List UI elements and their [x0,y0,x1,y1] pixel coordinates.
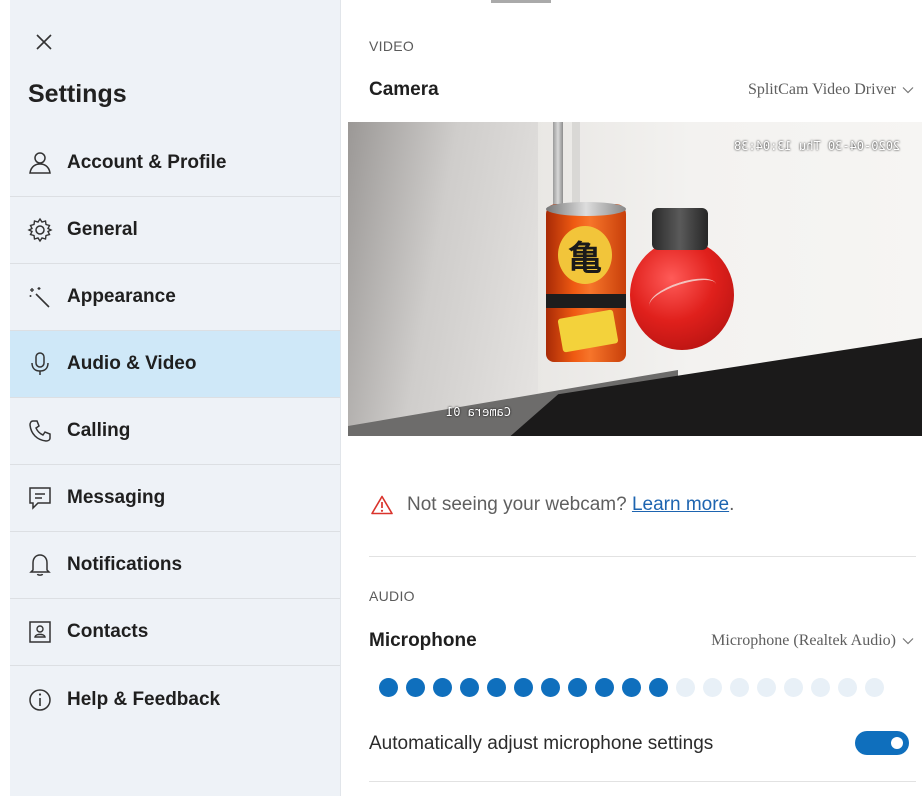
preview-can-band [546,294,626,308]
learn-more-link[interactable]: Learn more [632,494,729,515]
mic-level-dot [784,678,803,697]
nav-item-general[interactable]: General [10,197,340,264]
microphone-select-value: Microphone (Realtek Audio) [711,632,896,649]
phone-icon [25,416,55,446]
nav-item-calling[interactable]: Calling [10,398,340,465]
mic-level-dot [730,678,749,697]
mic-level-dot [514,678,533,697]
webcam-help-prefix: Not seeing your webcam? [407,494,632,515]
mic-level-dot [460,678,479,697]
preview-bottle-cap [652,208,708,250]
nav-item-account-profile[interactable]: Account & Profile [10,130,340,197]
bell-icon [25,550,55,580]
mic-level-dot [406,678,425,697]
camera-label: Camera [369,79,439,100]
mic-level-dot [757,678,776,697]
mic-level-dot [676,678,695,697]
person-icon [25,148,55,178]
nav-item-contacts[interactable]: Contacts [10,599,340,666]
nav-item-notifications[interactable]: Notifications [10,532,340,599]
mic-level-dot [487,678,506,697]
webcam-help-message: Not seeing your webcam? Learn more. [371,494,734,516]
preview-can-emblem: 亀 [558,226,612,284]
close-icon [36,34,52,50]
microphone-icon [25,349,55,379]
nav-item-audio-video[interactable]: Audio & Video [10,331,340,398]
mic-level-dot [838,678,857,697]
audio-section-heading: AUDIO [369,588,415,604]
camera-preview: 亀 2020-04-30 Thu 13:04:38 Camera 01 [348,122,922,436]
preview-can-top [546,202,626,216]
mic-level-dot [433,678,452,697]
nav-item-appearance[interactable]: Appearance [10,264,340,331]
contact-card-icon [25,617,55,647]
audio-video-settings-panel: VIDEO Camera SplitCam Video Driver 亀 202… [341,0,922,796]
toggle-knob [891,737,903,749]
mic-level-dot [595,678,614,697]
warning-icon [371,495,393,515]
mic-level-dot [568,678,587,697]
section-divider [369,556,916,557]
mic-level-dot [541,678,560,697]
nav-label: Calling [67,420,131,441]
preview-timestamp: 2020-04-30 Thu 13:04:38 [733,139,900,153]
nav-label: Help & Feedback [67,688,221,710]
magic-wand-icon [25,282,55,312]
nav-label: Account & Profile [67,152,227,173]
nav-label: Messaging [67,487,166,508]
preview-wall [348,122,538,436]
auto-adjust-toggle[interactable] [855,731,909,755]
nav-label: Contacts [67,621,149,642]
mic-level-dot [649,678,668,697]
nav-item-help-feedback[interactable]: Help & Feedback [10,666,340,733]
gear-icon [25,215,55,245]
mic-level-dot [811,678,830,697]
nav-label: Notifications [67,554,183,575]
chevron-down-icon [902,87,914,94]
preview-camera-name: Camera 01 [446,405,512,419]
nav-label: General [67,219,138,240]
settings-sidebar: Settings Account & Profile General Appea… [10,0,341,796]
video-section-heading: VIDEO [369,38,415,54]
section-divider [369,781,916,782]
chat-icon [25,483,55,513]
webcam-help-text: Not seeing your webcam? Learn more. [407,494,734,516]
camera-select[interactable]: SplitCam Video Driver [748,81,914,99]
sidebar-title: Settings [28,80,127,108]
mic-level-dot [703,678,722,697]
settings-nav: Account & Profile General Appearance Aud… [10,130,340,733]
mic-level-dot [865,678,884,697]
preview-pole [553,122,563,212]
nav-label: Appearance [67,286,176,307]
camera-select-value: SplitCam Video Driver [747,81,896,98]
chevron-down-icon [902,638,914,645]
mic-level-dot [379,678,398,697]
webcam-help-suffix: . [729,494,735,515]
nav-label: Audio & Video [67,353,197,374]
mic-level-dot [622,678,641,697]
info-icon [25,685,55,715]
microphone-select[interactable]: Microphone (Realtek Audio) [711,632,914,650]
nav-item-messaging[interactable]: Messaging [10,465,340,532]
auto-adjust-label: Automatically adjust microphone settings [369,733,714,754]
microphone-label: Microphone [369,630,477,651]
close-button[interactable] [32,30,56,54]
microphone-level-meter [379,678,884,697]
scroll-edge [491,0,551,3]
